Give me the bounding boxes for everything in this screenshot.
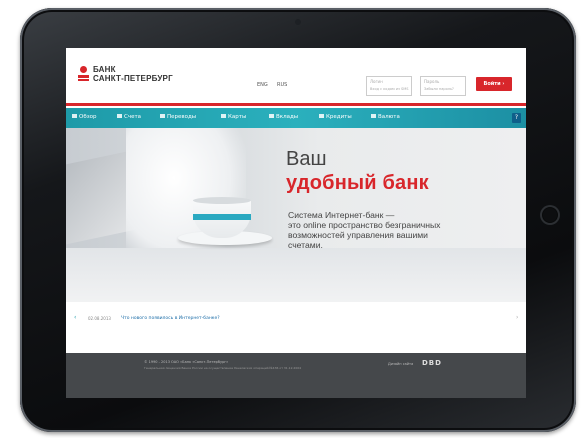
camera-icon <box>295 19 301 25</box>
bank-logo-icon[interactable] <box>78 66 89 82</box>
login-button-label: Войти <box>483 81 501 87</box>
deposits-icon <box>269 114 274 118</box>
news-date: 02.08.2013 <box>88 316 111 321</box>
news-link[interactable]: Что нового появилось в Интернет-банке? <box>121 316 220 321</box>
nav-item-currency[interactable]: Валюта <box>371 114 400 120</box>
hero-title-line1: Ваш <box>286 148 327 170</box>
login-button[interactable]: Войти › <box>476 77 512 91</box>
logo-line-2: САНКТ-ПЕТЕРБУРГ <box>93 74 173 83</box>
accounts-icon <box>117 114 122 118</box>
login-hint[interactable]: Вход с кодом из SMS <box>370 87 408 91</box>
login-placeholder: Логин <box>370 79 383 84</box>
transfers-icon <box>160 114 165 118</box>
lang-rus-link[interactable]: RUS <box>277 82 287 88</box>
nav-item-deposits[interactable]: Вклады <box>269 114 298 120</box>
main-nav: Обзор Счета Переводы Карты Вклады Кредит… <box>66 108 526 128</box>
table-image <box>66 248 526 302</box>
password-placeholder: Пароль <box>424 79 440 84</box>
site-header: БАНК САНКТ-ПЕТЕРБУРГ ENG RUS Логин Вход … <box>66 48 526 103</box>
home-button[interactable] <box>540 205 560 225</box>
lang-eng-link[interactable]: ENG <box>257 82 268 88</box>
nav-item-accounts[interactable]: Счета <box>117 114 141 120</box>
help-button[interactable]: ? <box>512 113 521 123</box>
footer-copyright: © 1990 - 2013 ОАО «Банк «Санкт-Петербург… <box>144 360 229 364</box>
logo-line-1: БАНК <box>93 65 116 74</box>
footer-dev-label: Дизайн сайта <box>388 362 414 366</box>
hero-description: Система Интернет-банк — это online прост… <box>288 210 518 250</box>
site-footer: © 1990 - 2013 ОАО «Банк «Санкт-Петербург… <box>66 353 526 398</box>
hero-text-line2: это online пространство безграничных <box>288 220 441 230</box>
footer-license: Генеральная лицензия Банка России на осу… <box>144 366 302 370</box>
bank-logo-text[interactable]: БАНК САНКТ-ПЕТЕРБУРГ <box>93 65 173 83</box>
currency-icon <box>371 114 376 118</box>
footer-dev-brand[interactable]: DBD <box>422 359 442 367</box>
hero-banner[interactable]: Ваш удобный банк Система Интернет-банк —… <box>66 128 526 302</box>
header-divider <box>66 103 526 106</box>
hero-text-line4: счетами. <box>288 240 323 250</box>
cup-rim <box>193 197 251 204</box>
nav-item-cards[interactable]: Карты <box>221 114 246 120</box>
cup-band <box>193 214 251 220</box>
password-field[interactable]: Пароль Забыли пароль? <box>420 76 466 96</box>
news-prev-icon[interactable]: ‹ <box>74 314 76 321</box>
login-field[interactable]: Логин Вход с кодом из SMS <box>366 76 412 96</box>
nav-item-loans[interactable]: Кредиты <box>319 114 352 120</box>
news-next-icon[interactable]: › <box>516 314 518 321</box>
overview-icon <box>72 114 77 118</box>
hero-text-line1: Система Интернет-банк — <box>288 210 395 220</box>
nav-item-overview[interactable]: Обзор <box>72 114 97 120</box>
loans-icon <box>319 114 324 118</box>
nav-item-transfers[interactable]: Переводы <box>160 114 196 120</box>
password-hint[interactable]: Забыли пароль? <box>424 87 454 91</box>
hero-text-line3: возможностей управления вашими <box>288 230 428 240</box>
tablet-screen: БАНК САНКТ-ПЕТЕРБУРГ ENG RUS Логин Вход … <box>66 48 526 398</box>
hero-title-line2: удобный банк <box>286 172 429 194</box>
cards-icon <box>221 114 226 118</box>
news-ticker: ‹ 02.08.2013 Что нового появилось в Инте… <box>66 310 526 326</box>
